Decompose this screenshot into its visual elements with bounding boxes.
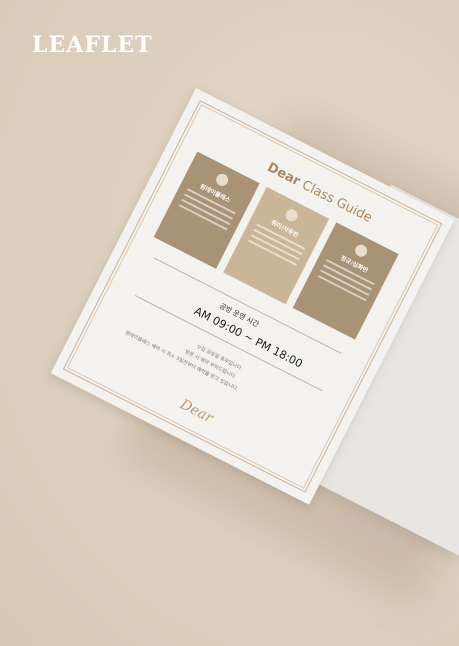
- flower-icon: [214, 171, 231, 188]
- flower-icon: [283, 207, 300, 224]
- leaflet-mockup: Dear Class Guide 원데이클래스 취미/자유반 정규/심화반 공방…: [0, 0, 459, 646]
- flower-icon: [353, 242, 370, 259]
